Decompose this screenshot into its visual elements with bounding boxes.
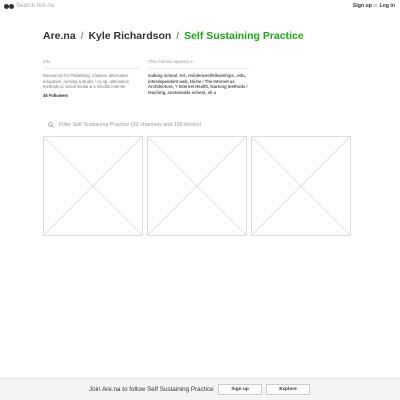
- breadcrumb-separator: /: [176, 30, 180, 42]
- info-label: Info: [43, 59, 141, 69]
- sign-up-button[interactable]: Sign up: [218, 384, 262, 395]
- sign-up-link[interactable]: Sign up: [353, 3, 372, 9]
- auth-or-text: or: [373, 3, 378, 9]
- filter-input[interactable]: [59, 122, 229, 128]
- channel-description: Resources for Publishing, Classes, alter…: [43, 73, 129, 90]
- top-bar: Search Are.na Sign up or Log in: [0, 0, 400, 16]
- join-prompt: Join Are.na to follow Self Sustaining Pr…: [89, 386, 214, 393]
- block-grid: [43, 136, 351, 238]
- breadcrumb-channel[interactable]: Self Sustaining Practice: [184, 30, 304, 42]
- search-icon: [48, 122, 54, 128]
- block-placeholder[interactable]: [43, 136, 143, 236]
- breadcrumb: Are.na / Kyle Richardson / Self Sustaini…: [43, 30, 304, 42]
- placeholder-cross-icon: [252, 137, 350, 235]
- explore-button[interactable]: Explore: [266, 384, 310, 395]
- placeholder-cross-icon: [44, 137, 142, 235]
- followers-count[interactable]: 46 Followers: [43, 93, 141, 98]
- site-search-input[interactable]: Search Are.na: [16, 3, 54, 9]
- appears-in-section: This channel appears in making school. A…: [148, 59, 250, 106]
- block-placeholder[interactable]: [251, 136, 351, 236]
- appears-in-channels[interactable]: making school. Art, residences/fellowshi…: [148, 73, 250, 106]
- channel-info: Info Resources for Publishing, Classes, …: [43, 59, 141, 98]
- join-footer: Join Are.na to follow Self Sustaining Pr…: [0, 378, 400, 400]
- appears-in-label: This channel appears in: [148, 59, 250, 69]
- block-placeholder[interactable]: [147, 136, 247, 236]
- breadcrumb-site[interactable]: Are.na: [43, 30, 76, 42]
- auth-links: Sign up or Log in: [353, 3, 395, 9]
- filter-bar: [48, 121, 229, 129]
- log-in-link[interactable]: Log in: [379, 3, 395, 9]
- breadcrumb-user[interactable]: Kyle Richardson: [88, 30, 171, 42]
- arena-logo-icon[interactable]: [4, 4, 14, 10]
- placeholder-cross-icon: [148, 137, 246, 235]
- breadcrumb-separator: /: [80, 30, 84, 42]
- logo-dot: [9, 4, 14, 9]
